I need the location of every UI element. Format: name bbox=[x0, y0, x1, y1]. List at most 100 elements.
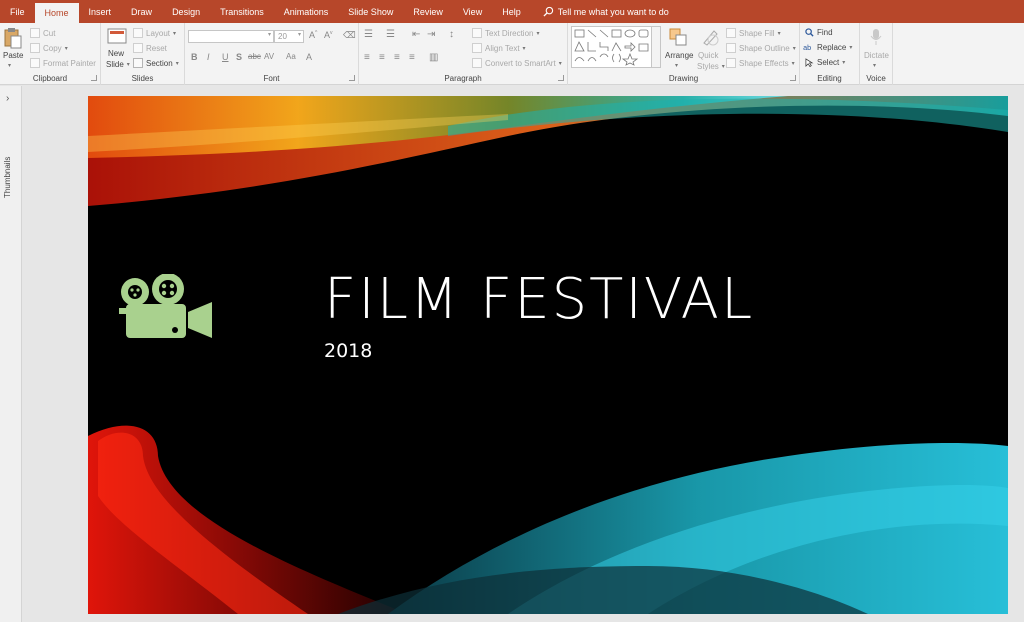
tab-help[interactable]: Help bbox=[492, 0, 531, 23]
font-name-select[interactable]: ▾ bbox=[188, 30, 274, 43]
replace-icon: ab bbox=[803, 43, 811, 52]
reset-button[interactable]: Reset bbox=[133, 43, 167, 53]
font-size-select[interactable]: 20 ▾ bbox=[274, 30, 304, 43]
paste-button[interactable]: Paste bbox=[3, 51, 23, 60]
format-painter-button[interactable]: Format Painter bbox=[30, 58, 96, 68]
shrink-font-icon[interactable]: Av bbox=[324, 30, 333, 40]
microphone-icon[interactable] bbox=[870, 28, 882, 48]
italic-button[interactable]: I bbox=[207, 52, 210, 62]
tab-animations[interactable]: Animations bbox=[274, 0, 339, 23]
clear-formatting-icon[interactable]: ⌫ bbox=[343, 30, 356, 41]
new-slide-label-1[interactable]: New bbox=[108, 49, 124, 58]
increase-indent-icon[interactable]: ⇥ bbox=[427, 29, 435, 40]
slides-group: New Slide ▾ Layout ▾ Reset Section ▾ Slides bbox=[101, 23, 185, 85]
arrange-icon[interactable] bbox=[668, 27, 688, 49]
quick-styles-icon[interactable] bbox=[700, 27, 720, 49]
paste-dropdown[interactable]: ▾ bbox=[8, 62, 11, 69]
cursor-arrow-icon bbox=[805, 58, 814, 67]
cut-button[interactable]: Cut bbox=[30, 28, 55, 38]
tab-home[interactable]: Home bbox=[34, 3, 79, 23]
grow-font-icon[interactable]: A^ bbox=[309, 30, 317, 40]
layout-icon bbox=[133, 28, 143, 38]
numbering-icon[interactable]: ☰ bbox=[386, 29, 395, 40]
tab-file[interactable]: File bbox=[0, 0, 35, 23]
arrange-dropdown[interactable]: ▾ bbox=[675, 62, 678, 69]
slides-group-label: Slides bbox=[131, 74, 154, 83]
ribbon-tab-bar: File Home Insert Draw Design Transitions… bbox=[0, 0, 1024, 23]
strikethrough-button[interactable]: abc bbox=[248, 52, 261, 61]
text-direction-button[interactable]: Text Direction ▾ bbox=[472, 28, 539, 38]
line-spacing-icon[interactable]: ↕ bbox=[449, 29, 454, 40]
paste-icon[interactable] bbox=[4, 27, 22, 51]
convert-smartart-button[interactable]: Convert to SmartArt ▾ bbox=[472, 58, 562, 68]
slide-subtitle[interactable]: 2018 bbox=[324, 340, 372, 362]
clipboard-launcher-icon[interactable] bbox=[91, 75, 97, 81]
quick-styles-label-1[interactable]: Quick bbox=[698, 51, 718, 60]
replace-button[interactable]: ab Replace ▾ bbox=[803, 43, 852, 52]
tab-transitions[interactable]: Transitions bbox=[210, 0, 274, 23]
underline-button[interactable]: U bbox=[222, 52, 229, 62]
slide-title[interactable]: FILM FESTIVAL bbox=[324, 268, 754, 332]
align-text-icon bbox=[472, 43, 482, 53]
columns-icon[interactable]: ▥ bbox=[429, 52, 438, 63]
slide-canvas[interactable]: FILM FESTIVAL 2018 bbox=[88, 96, 1008, 614]
justify-icon[interactable]: ≡ bbox=[409, 52, 415, 63]
layout-button[interactable]: Layout ▾ bbox=[133, 28, 176, 38]
arrange-button[interactable]: Arrange bbox=[665, 51, 693, 60]
slide-background-waves bbox=[88, 96, 1008, 614]
tell-me-text: Tell me what you want to do bbox=[557, 6, 669, 17]
lightbulb-search-icon bbox=[543, 6, 553, 17]
section-icon bbox=[133, 58, 143, 68]
ribbon: Paste ▾ Cut Copy ▾ Format Painter Clipboa… bbox=[0, 23, 1024, 85]
new-slide-icon[interactable] bbox=[107, 27, 127, 47]
quick-styles-button[interactable]: Styles ▾ bbox=[697, 62, 725, 71]
align-left-icon[interactable]: ≡ bbox=[364, 52, 370, 63]
section-button[interactable]: Section ▾ bbox=[133, 58, 179, 68]
copy-icon bbox=[30, 43, 40, 53]
shape-fill-button[interactable]: Shape Fill ▾ bbox=[726, 28, 781, 38]
change-case-button[interactable]: Aa bbox=[286, 52, 296, 61]
reset-icon bbox=[133, 43, 143, 53]
bullets-icon[interactable]: ☰ bbox=[364, 29, 373, 40]
shapes-gallery-scrollbar[interactable] bbox=[651, 26, 661, 68]
expand-chevron-icon[interactable]: › bbox=[6, 93, 9, 104]
character-spacing-button[interactable]: AV bbox=[264, 52, 274, 61]
film-camera-icon[interactable] bbox=[118, 273, 214, 342]
smartart-icon bbox=[472, 58, 482, 68]
text-direction-icon bbox=[472, 28, 482, 38]
shape-effects-button[interactable]: Shape Effects ▾ bbox=[726, 58, 795, 68]
tab-slide-show[interactable]: Slide Show bbox=[338, 0, 403, 23]
shapes-gallery[interactable] bbox=[571, 26, 661, 68]
align-right-icon[interactable]: ≡ bbox=[394, 52, 400, 63]
decrease-indent-icon[interactable]: ⇤ bbox=[412, 29, 420, 40]
thumbnails-pane[interactable]: › Thumbnails bbox=[0, 86, 22, 622]
tab-view[interactable]: View bbox=[453, 0, 492, 23]
drawing-group: Arrange ▾ Quick Styles ▾ Shape Fill ▾ Shap… bbox=[568, 23, 800, 85]
tab-review[interactable]: Review bbox=[403, 0, 453, 23]
tell-me-box[interactable]: Tell me what you want to do bbox=[543, 0, 669, 23]
pen-outline-icon bbox=[726, 43, 736, 53]
tab-insert[interactable]: Insert bbox=[79, 0, 122, 23]
dictate-button[interactable]: Dictate bbox=[864, 51, 889, 60]
paragraph-launcher-icon[interactable] bbox=[558, 75, 564, 81]
drawing-group-label: Drawing bbox=[668, 74, 699, 83]
align-text-button[interactable]: Align Text ▾ bbox=[472, 43, 526, 53]
voice-group: Dictate ▾ Voice bbox=[860, 23, 893, 85]
dictate-dropdown[interactable]: ▾ bbox=[873, 62, 876, 69]
thumbnails-label[interactable]: Thumbnails bbox=[3, 157, 12, 198]
tab-draw[interactable]: Draw bbox=[121, 0, 162, 23]
align-center-icon[interactable]: ≡ bbox=[379, 52, 385, 63]
select-button[interactable]: Select ▾ bbox=[805, 58, 845, 67]
tab-design[interactable]: Design bbox=[162, 0, 210, 23]
find-button[interactable]: Find bbox=[805, 28, 833, 37]
font-color-button[interactable]: A bbox=[306, 52, 312, 62]
shape-outline-button[interactable]: Shape Outline ▾ bbox=[726, 43, 796, 53]
drawing-launcher-icon[interactable] bbox=[790, 75, 796, 81]
paragraph-group-label: Paragraph bbox=[444, 74, 482, 83]
new-slide-button[interactable]: Slide ▾ bbox=[106, 60, 130, 69]
text-shadow-button[interactable]: S bbox=[236, 52, 242, 62]
bold-button[interactable]: B bbox=[191, 52, 198, 62]
find-icon bbox=[805, 28, 814, 37]
font-launcher-icon[interactable] bbox=[349, 75, 355, 81]
copy-button[interactable]: Copy ▾ bbox=[30, 43, 68, 53]
